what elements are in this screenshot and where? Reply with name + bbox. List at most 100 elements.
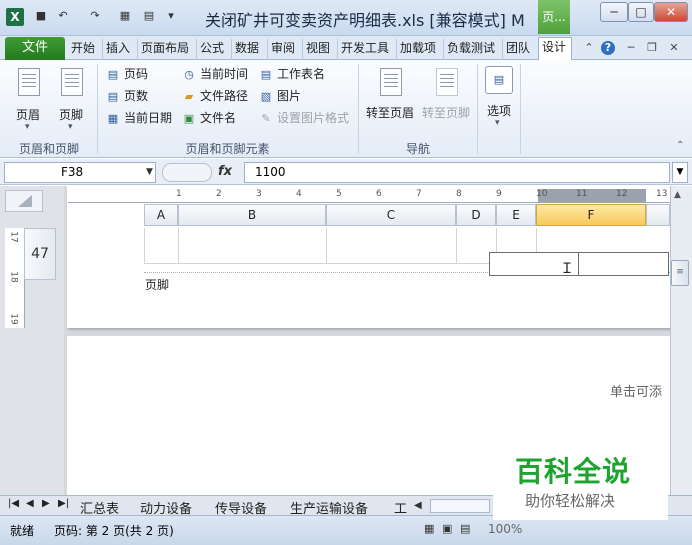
file-path-button[interactable]: ▰ 文件路径 (181, 87, 248, 104)
context-tab-header-footer: 页... (538, 0, 570, 34)
select-all-corner[interactable] (5, 190, 43, 212)
horizontal-scrollbar[interactable] (430, 499, 490, 513)
tab-team[interactable]: 团队 (502, 39, 533, 60)
ruler-tick-label: 9 (496, 189, 502, 199)
sheet-name-label: 工作表名 (277, 67, 326, 81)
ruler-tick-label: 5 (336, 189, 342, 199)
page-count-button[interactable]: ▤ 页数 (105, 87, 148, 104)
tab-file[interactable]: 文件 (5, 37, 65, 60)
tab-page-layout[interactable]: 页面布局 (137, 39, 192, 60)
ribbon-panel: 页眉 ▾ 页脚 ▾ 页眉和页脚 ▤ 页码 ▤ 页数 ▦ 当前日期 ◷ 当前时间 ▰ 文件路… (0, 60, 692, 158)
footer-section-box[interactable] (489, 252, 669, 276)
maximize-icon[interactable]: □ (628, 2, 654, 22)
column-header-e[interactable]: E (496, 204, 536, 226)
insert-function-icon[interactable]: fx (218, 164, 232, 179)
formula-input[interactable]: 1100 (244, 162, 670, 183)
group-divider (520, 64, 521, 154)
normal-view-icon[interactable]: ▦ (424, 522, 434, 535)
next-sheet-icon[interactable]: ▶ (42, 498, 50, 509)
collapse-arrow-icon[interactable]: ⌃ (676, 140, 684, 151)
scroll-up-icon[interactable]: ▲ (674, 190, 681, 200)
title-bar: X ■ ↶ ↷ ▦ ▤ ▾ 关闭矿井可变卖资产明细表.xls [兼容模式] M … (0, 0, 692, 36)
column-header-a[interactable]: A (144, 204, 178, 226)
file-name-label: 文件名 (200, 111, 237, 125)
scroll-thumb[interactable]: ≡ (671, 260, 689, 286)
options-button[interactable]: ▤ 选项 ▾ (482, 64, 516, 134)
workbook-close-icon[interactable]: ✕ (667, 41, 681, 55)
table-icon[interactable]: ▤ (142, 9, 156, 23)
column-header-d[interactable]: D (456, 204, 496, 226)
group-label-navigation: 导航 (405, 142, 430, 156)
tab-developer[interactable]: 开发工具 (337, 39, 392, 60)
prev-sheet-icon[interactable]: ◀ (26, 498, 34, 509)
ruler-tick-label: 10 (536, 189, 548, 199)
click-to-add-header[interactable]: 单击可添 (610, 381, 662, 400)
last-sheet-icon[interactable]: ▶| (58, 498, 69, 509)
customize-icon[interactable]: ▾ (164, 9, 178, 23)
undo-icon[interactable]: ↶ (56, 9, 70, 23)
tab-view[interactable]: 视图 (302, 39, 333, 60)
ruler-v-17: 17 (8, 231, 19, 243)
page-break-view-icon[interactable]: ▤ (460, 522, 470, 535)
save-icon[interactable]: ■ (34, 9, 48, 23)
tab-load-test[interactable]: 负载测试 (443, 39, 498, 60)
ruler-tick-label: 12 (616, 189, 628, 199)
row-header-47[interactable]: 47 (24, 228, 56, 280)
tab-design[interactable]: 设计 (538, 37, 572, 61)
expand-formula-icon[interactable]: ▼ (672, 162, 688, 183)
ruler-tick-label: 7 (416, 189, 422, 199)
tab-insert[interactable]: 插入 (102, 39, 133, 60)
tab-review[interactable]: 审阅 (267, 39, 298, 60)
hscroll-left-icon[interactable]: ◀ (414, 500, 422, 511)
first-sheet-icon[interactable]: |◀ (8, 498, 19, 509)
status-ready: 就绪 (10, 524, 35, 538)
formula-bar-handle[interactable] (162, 163, 212, 182)
goto-footer-button[interactable]: 转至页脚 (418, 66, 474, 126)
vertical-scrollbar[interactable] (670, 186, 692, 495)
column-header-b[interactable]: B (178, 204, 326, 226)
formula-bar: F38 ▼ fx 1100 ▼ (0, 159, 692, 185)
clock-icon: ◷ (184, 67, 194, 81)
footer-button[interactable]: 页脚 ▾ (53, 66, 89, 136)
zoom-level[interactable]: 100% (488, 522, 522, 536)
close-icon[interactable]: ✕ (654, 2, 688, 22)
chevron-down-icon: ▾ (68, 122, 73, 132)
tab-data[interactable]: 数据 (231, 39, 262, 60)
ruler-tick-label: 1 (176, 189, 182, 199)
tab-home[interactable]: 开始 (68, 39, 98, 60)
group-divider (97, 64, 98, 154)
print-preview-icon[interactable]: ▦ (118, 9, 132, 23)
picture-icon: ▧ (260, 89, 272, 103)
grid-line (178, 228, 179, 264)
current-date-button[interactable]: ▦ 当前日期 (105, 109, 172, 126)
redo-icon[interactable]: ↷ (88, 9, 102, 23)
ruler-tick-label: 8 (456, 189, 462, 199)
tab-addins[interactable]: 加载项 (396, 39, 439, 60)
file-name-button[interactable]: ▣ 文件名 (181, 109, 236, 126)
header-button[interactable]: 页眉 ▾ (10, 66, 46, 136)
format-picture-button[interactable]: ✎ 设置图片格式 (258, 109, 349, 126)
help-icon[interactable]: ? (601, 41, 615, 55)
column-header-c[interactable]: C (326, 204, 456, 226)
goto-header-label: 转至页眉 (365, 106, 414, 120)
column-header-next[interactable] (646, 204, 670, 226)
current-time-button[interactable]: ◷ 当前时间 (181, 65, 248, 82)
picture-label: 图片 (277, 89, 302, 103)
name-box-dropdown-icon[interactable]: ▼ (146, 167, 153, 177)
collapse-ribbon-icon[interactable]: ⌃ (582, 41, 596, 55)
excel-app-icon[interactable]: X (6, 8, 24, 26)
minimize-icon[interactable]: ─ (600, 2, 628, 22)
page-number-icon: ▤ (107, 67, 119, 81)
page-number-button[interactable]: ▤ 页码 (105, 65, 148, 82)
name-box[interactable]: F38 (4, 162, 156, 183)
workbook-minimize-icon[interactable]: ─ (624, 41, 638, 55)
workbook-restore-icon[interactable]: ❐ (645, 41, 659, 55)
ruler-v-19: 19 (8, 313, 19, 325)
picture-button[interactable]: ▧ 图片 (258, 87, 301, 104)
ruler-tick-label: 6 (376, 189, 382, 199)
column-header-f[interactable]: F (536, 204, 646, 226)
page-layout-view-icon[interactable]: ▣ (442, 522, 452, 535)
sheet-name-button[interactable]: ▤ 工作表名 (258, 65, 325, 82)
goto-header-button[interactable]: 转至页眉 (362, 66, 418, 126)
tab-formulas[interactable]: 公式 (196, 39, 227, 60)
